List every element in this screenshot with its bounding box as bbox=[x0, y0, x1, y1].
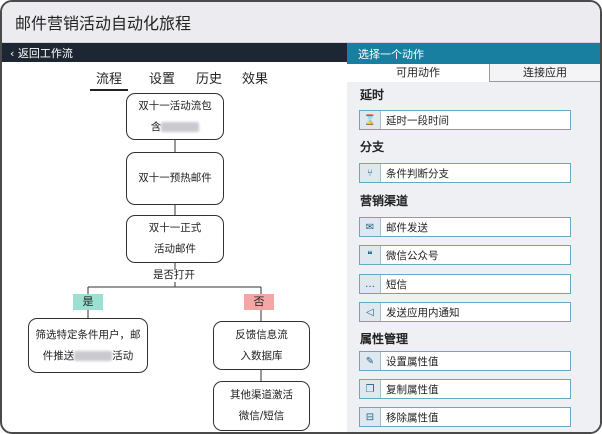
sms-icon: … bbox=[360, 275, 381, 293]
section-title-delay: 延时 bbox=[360, 88, 385, 102]
section-title-branch: 分支 bbox=[360, 140, 385, 154]
node-text-line2: 件推送 活动 bbox=[43, 346, 134, 367]
action-delay[interactable]: ⌛ 延时一段时间 bbox=[359, 110, 571, 130]
decision-label: 是否打开 bbox=[153, 269, 195, 281]
branch-no-badge[interactable]: 否 bbox=[244, 294, 274, 310]
node-text: 件推送 bbox=[42, 349, 75, 362]
branch-icon: ⑂ bbox=[360, 164, 381, 182]
branch-yes-badge[interactable]: 是 bbox=[73, 294, 103, 310]
panel-title: 选择一个动作 bbox=[358, 48, 424, 61]
action-send-email[interactable]: ✉ 邮件发送 bbox=[359, 217, 571, 237]
flow-node-filter-users[interactable]: 筛选特定条件用户，邮 件推送 活动 bbox=[28, 318, 148, 373]
action-label: 延时一段时间 bbox=[386, 115, 449, 127]
node-text: 双十一活动流包 bbox=[138, 99, 212, 112]
app-window: 邮件营销活动自动化旅程 ‹ 返回工作流 流程 设置 历史 效果 双十一活动流包 … bbox=[0, 0, 602, 434]
flow-node-warmup-email[interactable]: 双十一预热邮件 bbox=[126, 152, 224, 205]
action-in-app-notification[interactable]: ◁ 发送应用内通知 bbox=[359, 302, 571, 322]
action-panel: 选择一个动作 可用动作 连接应用 延时 ⌛ 延时一段时间 分支 ⑂ 条件判断分支… bbox=[347, 43, 600, 432]
action-wechat[interactable]: ❝ 微信公众号 bbox=[359, 245, 571, 265]
top-nav-bar: ‹ 返回工作流 bbox=[2, 43, 347, 62]
title-bar: 邮件营销活动自动化旅程 bbox=[2, 2, 600, 43]
node-text: 双十一正式 bbox=[148, 222, 202, 234]
flow-node-campaign-package[interactable]: 双十一活动流包 含 bbox=[126, 93, 224, 140]
node-text: 含 bbox=[150, 120, 162, 133]
action-branch[interactable]: ⑂ 条件判断分支 bbox=[359, 163, 571, 183]
megaphone-icon: ◁ bbox=[360, 303, 381, 321]
tab-connected-apps[interactable]: 连接应用 bbox=[490, 64, 600, 82]
flow-tabs: 流程 设置 历史 效果 bbox=[2, 64, 347, 91]
action-label: 移除属性值 bbox=[386, 412, 439, 424]
flow-node-feedback-db[interactable]: 反馈信息流 入数据库 bbox=[213, 321, 310, 370]
action-label: 短信 bbox=[386, 279, 407, 291]
node-text: 反馈信息流 bbox=[235, 328, 288, 341]
redacted-text bbox=[161, 121, 200, 132]
tab-performance[interactable]: 效果 bbox=[242, 68, 268, 87]
node-text: 筛选特定条件用户，邮 bbox=[35, 328, 141, 341]
app-title: 邮件营销活动自动化旅程 bbox=[15, 14, 192, 33]
chevron-left-icon: ‹ bbox=[10, 47, 15, 60]
action-sms[interactable]: … 短信 bbox=[359, 274, 571, 294]
tab-history[interactable]: 历史 bbox=[196, 68, 222, 87]
node-text: 微信/短信 bbox=[238, 410, 285, 422]
node-text-line2: 含 bbox=[151, 117, 200, 138]
node-text: 活动邮件 bbox=[154, 243, 196, 255]
section-title-attributes: 属性管理 bbox=[360, 332, 409, 346]
tab-settings[interactable]: 设置 bbox=[149, 68, 175, 87]
back-to-workflows-link[interactable]: ‹ 返回工作流 bbox=[10, 45, 73, 61]
action-copy-attribute[interactable]: ❐ 复制属性值 bbox=[359, 379, 571, 399]
hourglass-icon: ⌛ bbox=[360, 111, 381, 129]
node-text: 其他渠道激活 bbox=[230, 389, 293, 401]
action-label: 微信公众号 bbox=[386, 250, 439, 262]
node-text: 双十一预热邮件 bbox=[138, 172, 212, 184]
remove-icon: ⊟ bbox=[360, 408, 381, 426]
action-label: 发送应用内通知 bbox=[386, 307, 460, 319]
redacted-text bbox=[74, 350, 113, 361]
wechat-icon: ❝ bbox=[360, 246, 381, 264]
flow-canvas: 双十一活动流包 含 双十一预热邮件 双十一正式 活动邮件 是否打开 是 否 筛选… bbox=[2, 88, 347, 432]
panel-header: 选择一个动作 bbox=[347, 43, 600, 64]
action-label: 条件判断分支 bbox=[386, 168, 449, 180]
action-label: 设置属性值 bbox=[386, 356, 439, 368]
flow-node-other-channels[interactable]: 其他渠道激活 微信/短信 bbox=[213, 381, 310, 431]
section-title-channels: 营销渠道 bbox=[360, 194, 409, 208]
action-label: 邮件发送 bbox=[386, 222, 428, 234]
back-label: 返回工作流 bbox=[17, 47, 73, 60]
tab-available-actions[interactable]: 可用动作 bbox=[347, 64, 490, 82]
node-text: 入数据库 bbox=[240, 349, 283, 362]
action-remove-attribute[interactable]: ⊟ 移除属性值 bbox=[359, 407, 571, 427]
action-set-attribute[interactable]: ✎ 设置属性值 bbox=[359, 351, 571, 371]
copy-icon: ❐ bbox=[360, 380, 381, 398]
action-label: 复制属性值 bbox=[386, 384, 439, 396]
mail-icon: ✉ bbox=[360, 218, 381, 236]
edit-icon: ✎ bbox=[360, 352, 381, 370]
node-text: 活动 bbox=[112, 349, 134, 362]
flow-node-main-email[interactable]: 双十一正式 活动邮件 bbox=[126, 215, 224, 263]
